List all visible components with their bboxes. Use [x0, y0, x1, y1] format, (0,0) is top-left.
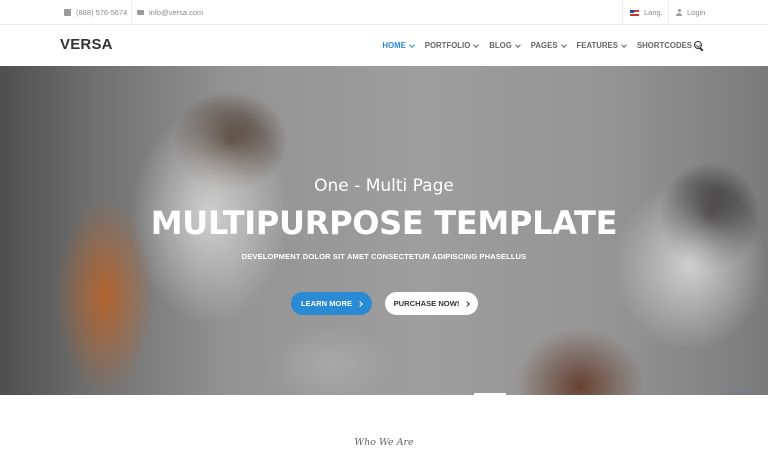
learn-more-button[interactable]: LEARN MORE [291, 292, 372, 315]
search-icon[interactable] [694, 41, 703, 50]
logo[interactable]: VERSA [60, 36, 113, 53]
nav-item-features[interactable]: FEATURES [576, 41, 627, 50]
chevron-down-icon [408, 41, 415, 48]
nav-item-label: PAGES [530, 41, 558, 50]
divider [131, 0, 132, 25]
nav-item-blog[interactable]: BLOG [489, 41, 521, 50]
hero-banner: One - Multi Page MULTIPURPOSE TEMPLATE D… [0, 66, 768, 395]
chevron-right-icon [357, 300, 363, 307]
language-label: Lang. [644, 8, 663, 17]
chevron-down-icon [473, 41, 480, 48]
nav-item-label: FEATURES [576, 41, 618, 50]
hero-subtitle: One - Multi Page [314, 176, 454, 196]
mail-icon [137, 10, 144, 15]
nav-item-pages[interactable]: PAGES [530, 41, 567, 50]
phone-contact[interactable]: (888) 576-5674 [64, 0, 127, 25]
chevron-down-icon [621, 41, 627, 48]
nav-item-label: BLOG [489, 41, 512, 50]
purchase-now-label: PURCHASE NOW! [393, 299, 460, 308]
us-flag-icon [630, 9, 639, 16]
divider [668, 0, 669, 25]
main-nav: HOME PORTFOLIO BLOG PAGES FEATURES SHORT… [382, 25, 701, 66]
language-selector[interactable]: Lang. [630, 0, 663, 25]
divider [622, 0, 623, 25]
login-label: Login [687, 8, 706, 17]
purchase-now-button[interactable]: PURCHASE NOW! [385, 292, 478, 315]
login-link[interactable]: Login [676, 0, 705, 25]
nav-item-portfolio[interactable]: PORTFOLIO [424, 41, 480, 50]
hero-description: DEVELOPMENT DOLOR SIT AMET CONSECTETUR A… [241, 252, 527, 261]
site-header: VERSA HOME PORTFOLIO BLOG PAGES FEATURES… [0, 25, 768, 66]
learn-more-label: LEARN MORE [300, 299, 353, 308]
nav-item-shortcodes[interactable]: SHORTCODES [636, 41, 701, 50]
phone-number: (888) 576-5674 [76, 8, 128, 17]
nav-item-home[interactable]: HOME [382, 41, 415, 50]
slide-indicator[interactable] [474, 393, 506, 395]
user-icon [676, 9, 682, 16]
phone-icon [64, 9, 71, 16]
nav-item-label: HOME [382, 41, 406, 50]
chevron-down-icon [560, 41, 567, 48]
nav-item-label: PORTFOLIO [424, 41, 471, 50]
nav-item-label: SHORTCODES [636, 41, 692, 50]
hero-title: MULTIPURPOSE TEMPLATE [150, 204, 618, 242]
chevron-right-icon [464, 300, 471, 307]
email-contact[interactable]: info@versa.com [137, 0, 203, 25]
section-title: Who We Are [354, 437, 414, 448]
chevron-down-icon [514, 41, 521, 48]
top-bar: (888) 576-5674 info@versa.com Lang. Logi… [0, 0, 768, 25]
email-address: info@versa.com [149, 8, 204, 17]
